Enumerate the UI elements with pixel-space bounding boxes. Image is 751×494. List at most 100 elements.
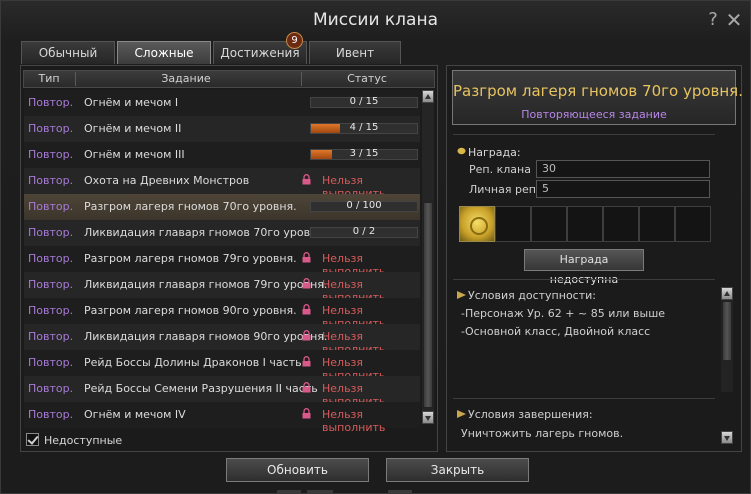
- reward-slot: [603, 206, 639, 242]
- row-task-name: Огнём и мечом IV: [84, 408, 186, 421]
- availability-conditions-icon: [457, 291, 466, 299]
- table-row[interactable]: Повтор.Охота на Древних МонстровНельзя в…: [24, 168, 420, 200]
- table-row[interactable]: Повтор. Ликвидация главаря гномов 70го ур…: [24, 220, 420, 246]
- mission-title: Разгром лагеря гномов 70го уровня.: [453, 82, 743, 100]
- row-status-unavailable: Нельзя выполнить: [322, 408, 386, 434]
- table-row[interactable]: Повтор. Разгром лагеря гномов 79го уровня…: [24, 246, 420, 278]
- row-progress-text: 0 / 2: [352, 226, 376, 237]
- row-task-name: Разгром лагеря гномов 79го уровня.: [84, 252, 297, 265]
- row-type: Повтор.: [28, 226, 74, 239]
- row-task-name: Огнём и мечом III: [84, 148, 185, 161]
- clan-missions-window: Миссии клана ? ✕ Обычный Сложные Достиже…: [0, 0, 751, 494]
- row-type: Повтор.: [28, 330, 74, 343]
- completion-conditions-icon: [457, 410, 466, 418]
- scroll-up-arrow-icon[interactable]: [721, 287, 733, 300]
- help-icon[interactable]: ?: [703, 9, 723, 31]
- missions-list-panel: Тип Задание Статус Повтор. Огнём и мечом …: [20, 65, 438, 452]
- missions-table: Повтор. Огнём и мечом I 0 / 15 Повтор. Огнём…: [24, 90, 420, 434]
- reward-slots: [459, 206, 713, 242]
- table-row[interactable]: Повтор. Огнём и мечом II 4 / 15: [24, 116, 420, 142]
- tab-normal[interactable]: Обычный: [21, 41, 115, 64]
- lock-icon: [302, 304, 311, 315]
- row-progress-bar: 0 / 2: [310, 226, 418, 238]
- title-bar: Миссии клана ? ✕: [1, 1, 750, 39]
- conditions-scrollbar[interactable]: [721, 287, 733, 392]
- row-type: Повтор.: [28, 252, 74, 265]
- missions-scrollbar[interactable]: [422, 90, 434, 424]
- personal-rep-value: 5: [536, 180, 710, 198]
- row-progress-bar: 0 / 15: [310, 96, 418, 108]
- table-row[interactable]: Повтор. Разгром лагеря гномов 70го уровня…: [24, 194, 420, 220]
- table-row[interactable]: Повтор. Огнём и мечом IV Нельзя выполнить: [24, 402, 420, 434]
- row-type: Повтор.: [28, 304, 74, 317]
- availability-conditions-label: Условия доступности:: [468, 289, 596, 302]
- completion-conditions-label: Условия завершения:: [468, 408, 593, 421]
- lock-icon: [302, 356, 311, 367]
- row-task-name: Ликвидация главаря гномов 79го уровня.: [84, 278, 328, 291]
- close-button[interactable]: Закрыть: [386, 458, 529, 482]
- reward-slot: [495, 206, 531, 242]
- table-row[interactable]: Повтор. Ликвидация главаря гномов 79го ур…: [24, 272, 420, 304]
- scroll-down-arrow-icon[interactable]: [422, 411, 434, 424]
- column-header-status: Статус: [347, 72, 387, 85]
- row-task-name: Разгром лагеря гномов 90го уровня.: [84, 304, 297, 317]
- personal-rep-label: Личная реп.: [469, 183, 540, 196]
- row-task-name: Разгром лагеря гномов 70го уровня.: [84, 200, 297, 213]
- scroll-up-arrow-icon[interactable]: [422, 90, 434, 103]
- row-task-name: Огнём и мечом II: [84, 122, 182, 135]
- reward-icon: [457, 147, 466, 155]
- table-header: Тип Задание Статус: [23, 70, 435, 88]
- mission-detail-panel: Разгром лагеря гномов 70го уровня. Повто…: [446, 65, 743, 452]
- row-task-name: Рейд Боссы Семени Разрушения II часть: [84, 382, 318, 395]
- reward-slot: [531, 206, 567, 242]
- unavailable-filter-label: Недоступные: [44, 434, 123, 447]
- row-task-name: Охота на Древних Монстров: [84, 174, 250, 187]
- completion-condition-text: Уничтожить лагерь гномов.: [461, 427, 624, 440]
- row-progress-bar: 3 / 15: [310, 148, 418, 160]
- table-row[interactable]: Повтор. Рейд Боссы Долины Драконов I част…: [24, 350, 420, 382]
- row-type: Повтор.: [28, 148, 74, 161]
- lock-icon: [302, 174, 311, 185]
- row-type: Повтор.: [28, 174, 74, 187]
- table-row[interactable]: Повтор. Разгром лагеря гномов 90го уровня…: [24, 298, 420, 330]
- row-progress-bar: 4 / 15: [310, 122, 418, 134]
- reward-slot: [639, 206, 675, 242]
- row-task-name: Огнём и мечом I: [84, 96, 179, 109]
- row-progress-bar: 0 / 100: [310, 200, 418, 212]
- reward-item-slot-coin-icon[interactable]: [459, 206, 495, 242]
- refresh-button[interactable]: Обновить: [226, 458, 369, 482]
- mission-title-box: Разгром лагеря гномов 70го уровня. Повто…: [452, 70, 743, 125]
- row-progress-text: 3 / 15: [349, 148, 379, 159]
- tab-hard[interactable]: Сложные: [117, 41, 211, 64]
- scroll-thumb[interactable]: [722, 301, 732, 361]
- mission-subtitle: Повторяющееся задание: [521, 108, 667, 121]
- table-row[interactable]: Повтор. Рейд Боссы Семени Разрушения II ч…: [24, 376, 420, 408]
- row-task-name: Ликвидация главаря гномов 70го уровня.: [84, 226, 328, 239]
- row-task-name: Ликвидация главаря гномов 90го уровня.: [84, 330, 328, 343]
- reward-label: Награда:: [468, 146, 521, 159]
- column-header-type: Тип: [38, 72, 60, 85]
- claim-reward-button[interactable]: Награда недоступна: [524, 249, 644, 286]
- clan-rep-label: Реп. клана: [469, 163, 531, 176]
- row-type: Повтор.: [28, 356, 74, 369]
- lock-icon: [302, 408, 311, 419]
- row-progress-text: 4 / 15: [349, 122, 379, 133]
- row-type: Повтор.: [28, 200, 74, 213]
- achievements-count-badge: 9: [286, 32, 303, 49]
- lock-icon: [302, 330, 311, 341]
- tab-event[interactable]: Ивент: [309, 41, 401, 64]
- unavailable-filter-checkbox[interactable]: [26, 433, 39, 446]
- scroll-down-arrow-icon[interactable]: [721, 431, 733, 444]
- close-icon[interactable]: ✕: [724, 9, 744, 31]
- table-row[interactable]: Повтор. Огнём и мечом III 3 / 15: [24, 142, 420, 168]
- row-task-name: Рейд Боссы Долины Драконов I часть: [84, 356, 302, 369]
- table-row[interactable]: Повтор. Ликвидация главаря гномов 90го ур…: [24, 324, 420, 356]
- table-row[interactable]: Повтор. Огнём и мечом I 0 / 15: [24, 90, 420, 116]
- availability-condition-level: -Персонаж Ур. 62 + ~ 85 или выше: [461, 307, 666, 320]
- window-title: Миссии клана: [313, 10, 438, 30]
- scroll-thumb[interactable]: [423, 202, 433, 408]
- row-progress-text: 0 / 100: [346, 200, 382, 211]
- row-type: Повтор.: [28, 408, 74, 421]
- reward-slot: [675, 206, 711, 242]
- row-type: Повтор.: [28, 96, 74, 109]
